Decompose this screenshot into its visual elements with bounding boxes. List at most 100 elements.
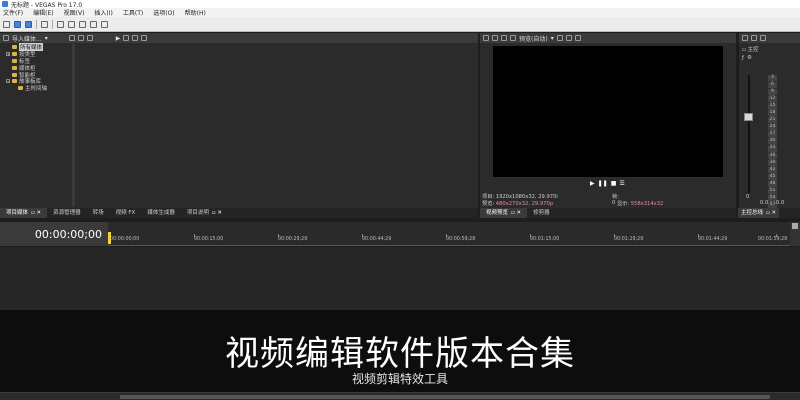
- meter-tick: 21: [768, 117, 777, 124]
- ruler-label: 00:01:59;28: [758, 237, 788, 242]
- capture-icon[interactable]: [68, 35, 75, 41]
- master-collapse-icon[interactable]: ▫: [742, 47, 746, 53]
- menu-insert[interactable]: 插入(I): [94, 8, 112, 17]
- preview-label: 预览:: [482, 201, 495, 207]
- expand-icon[interactable]: +: [6, 52, 10, 57]
- mixer-settings-icon[interactable]: [742, 35, 748, 41]
- timeline-ruler[interactable]: 00:00:00;00 00:00:15;00 00:00:29;29 00:0…: [108, 222, 790, 246]
- redo-icon[interactable]: [101, 20, 108, 28]
- import-media-button[interactable]: 导入媒体...: [12, 34, 42, 43]
- tab-transitions[interactable]: 转场: [87, 208, 110, 218]
- split-screen-icon[interactable]: [501, 35, 507, 41]
- meter-tick: 48: [768, 180, 777, 187]
- paste-icon[interactable]: [79, 20, 86, 28]
- stop-icon[interactable]: ■: [611, 180, 617, 187]
- fx-icon[interactable]: ƒ: [742, 55, 744, 61]
- menu-icon[interactable]: ☰: [619, 180, 624, 187]
- timecode-display[interactable]: 00:00:00;00: [0, 222, 108, 246]
- save-snapshot-icon[interactable]: [574, 35, 581, 41]
- automation-gear-icon[interactable]: ⚙: [747, 55, 752, 61]
- media-toolbar: 导入媒体... ▾ ▶: [0, 33, 478, 43]
- media-fx-icon[interactable]: [86, 35, 93, 41]
- ruler-label: 00:01:15;00: [530, 237, 560, 242]
- auto-preview-icon[interactable]: [132, 35, 139, 41]
- tab-project-media[interactable]: 项目媒体 ▫ ✕: [0, 208, 48, 218]
- tab-master-bus[interactable]: 主控总线 ▫ ✕: [738, 208, 780, 218]
- folder-icon: [12, 65, 17, 70]
- preview-transport: ▶ ❚❚ ■ ☰: [590, 180, 625, 187]
- tab-trimmer[interactable]: 修剪器: [527, 208, 556, 218]
- folder-icon: [12, 52, 17, 57]
- meter-tick: 6: [768, 82, 777, 89]
- master-fader[interactable]: [744, 113, 753, 121]
- timeline-hscroll[interactable]: [0, 392, 800, 400]
- new-file-icon[interactable]: [3, 20, 10, 28]
- pause-icon[interactable]: ❚❚: [598, 180, 608, 187]
- meter-tick: 42: [768, 166, 777, 173]
- menu-tools[interactable]: 工具(T): [123, 8, 143, 17]
- menu-file[interactable]: 文件(F): [3, 8, 23, 17]
- tab-project-notes[interactable]: 项目说明 ▫ ✕: [181, 208, 228, 218]
- copy-snapshot-icon[interactable]: [510, 35, 516, 41]
- overlays-icon[interactable]: [556, 35, 563, 41]
- track-area[interactable]: [0, 247, 800, 310]
- meter-tick: 15: [768, 103, 777, 110]
- open-folder-icon[interactable]: [14, 20, 21, 28]
- playhead-marker[interactable]: [108, 232, 111, 244]
- properties-gear-icon[interactable]: [41, 20, 48, 28]
- view-mode-icon[interactable]: [141, 35, 148, 41]
- preview-toolbar: 预览(自动) ▾: [480, 33, 736, 43]
- right-level: 0.0: [776, 200, 785, 206]
- master-fx-row: ƒ ⚙: [739, 55, 800, 61]
- ruler-label: 00:00:59;28: [446, 237, 476, 242]
- banner-title: 视频编辑软件版本合集: [225, 334, 575, 374]
- left-level: 0.0: [760, 200, 769, 206]
- undo-icon[interactable]: [90, 20, 97, 28]
- meter-tick: 36: [768, 152, 777, 159]
- toolbar-divider: [52, 19, 53, 29]
- folder-icon: [18, 86, 23, 91]
- play-icon[interactable]: ▶: [116, 35, 121, 42]
- cut-icon[interactable]: [57, 20, 64, 28]
- menu-help[interactable]: 帮助(H): [185, 8, 206, 17]
- preview-quality-select[interactable]: 预览(自动): [519, 34, 548, 43]
- import-media-icon[interactable]: [3, 35, 9, 41]
- chevron-down-icon[interactable]: ▾: [551, 35, 554, 42]
- tab-video-preview[interactable]: 视频预览 ▫ ✕: [480, 208, 528, 218]
- meter-tick: 24: [768, 124, 777, 131]
- tab-video-fx[interactable]: 视频 FX: [110, 208, 142, 218]
- close-icon[interactable]: ▫ ✕: [766, 210, 776, 216]
- tab-media-generators[interactable]: 媒体生成器: [141, 208, 181, 218]
- tree-scrollbar[interactable]: [72, 44, 75, 206]
- play-icon[interactable]: ▶: [590, 180, 595, 187]
- timeline-vscroll[interactable]: [790, 222, 800, 246]
- chevron-down-icon[interactable]: ▾: [45, 35, 48, 42]
- folder-icon: [12, 72, 17, 77]
- app-icon: [2, 1, 8, 7]
- scroll-up-icon[interactable]: [792, 223, 798, 229]
- folder-icon: [12, 45, 17, 50]
- tab-explorer[interactable]: 资源管理器: [47, 208, 87, 218]
- ruler-label: 00:00:00;00: [110, 237, 140, 242]
- preview-settings-icon[interactable]: [483, 35, 489, 41]
- tab-label: 主控总线: [741, 210, 764, 216]
- mixer-fx-icon[interactable]: [751, 35, 757, 41]
- menu-edit[interactable]: 编辑(E): [33, 8, 53, 17]
- save-icon[interactable]: [25, 20, 32, 28]
- menu-view[interactable]: 视图(V): [64, 8, 85, 17]
- grid-icon[interactable]: [565, 35, 572, 41]
- remove-media-icon[interactable]: [77, 35, 84, 41]
- close-icon[interactable]: ▫ ✕: [511, 210, 521, 216]
- close-icon[interactable]: ▫ ✕: [212, 210, 222, 216]
- stop-icon[interactable]: [123, 35, 130, 41]
- preview-fx-icon[interactable]: [492, 35, 498, 41]
- tab-label: 项目媒体: [6, 210, 29, 216]
- menu-options[interactable]: 选项(O): [153, 8, 174, 17]
- close-icon[interactable]: ▫ ✕: [31, 210, 41, 216]
- mixer-mute-icon[interactable]: [760, 35, 766, 41]
- expand-icon[interactable]: −: [6, 79, 10, 84]
- display-value: 558x314x32: [630, 201, 664, 207]
- ruler-label: 00:00:15;00: [194, 237, 224, 242]
- copy-icon[interactable]: [68, 20, 75, 28]
- hscroll-thumb[interactable]: [120, 395, 770, 399]
